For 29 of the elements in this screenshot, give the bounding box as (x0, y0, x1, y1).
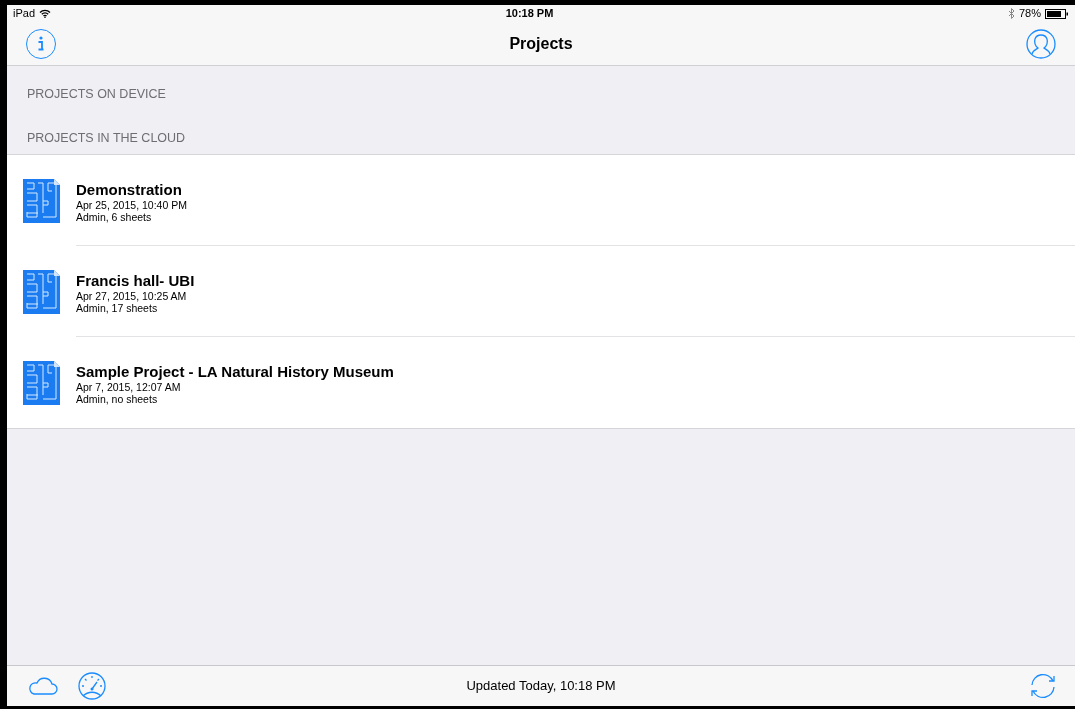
blueprint-icon (23, 178, 60, 223)
info-icon (38, 36, 44, 51)
account-icon[interactable] (1026, 28, 1056, 59)
project-date: Apr 25, 2015, 10:40 PM (76, 198, 187, 211)
project-details: Admin, no sheets (76, 392, 159, 405)
section-header: PROJECTS IN THE CLOUD (27, 130, 186, 148)
blueprint-icon (23, 269, 60, 314)
project-details: Admin, 6 sheets (76, 210, 153, 223)
battery-icon (1045, 8, 1069, 19)
project-name: Francis hall- UBI (76, 271, 195, 290)
project-date: Apr 7, 2015, 12:07 AM (76, 380, 182, 393)
project-row[interactable]: Demonstration Apr 25, 2015, 10:40 PM Admin, 6 sheets (7, 155, 1075, 246)
blueprint-icon (23, 360, 60, 405)
project-date: Apr 27, 2015, 10:25 AM (76, 289, 188, 302)
project-name: Demonstration (76, 180, 183, 199)
project-details: Admin, 17 sheets (76, 301, 159, 314)
project-row[interactable]: Francis hall- UBI Apr 27, 2015, 10:25 AM Admin, 17 sheets (7, 246, 1075, 337)
section-header: PROJECTS ON DEVICE (27, 86, 166, 104)
project-row[interactable]: Sample Project - LA Natural History Museum Apr 7, 2015, 12:07 AM Admin, no sheets (7, 337, 1075, 428)
project-name: Sample Project - LA Natural History Museum (76, 362, 394, 381)
update-status: Updated Today, 10:18 PM (466, 677, 616, 696)
nav-title: Projects (509, 33, 573, 54)
battery-percentage: 78% (1018, 6, 1041, 22)
status-time: 10:18 PM (505, 6, 554, 22)
device-name: iPad (13, 6, 36, 22)
wifi-icon (39, 9, 52, 18)
bluetooth-icon (1007, 8, 1015, 19)
speedometer-icon[interactable] (77, 672, 107, 700)
cloud-icon[interactable] (27, 676, 59, 696)
